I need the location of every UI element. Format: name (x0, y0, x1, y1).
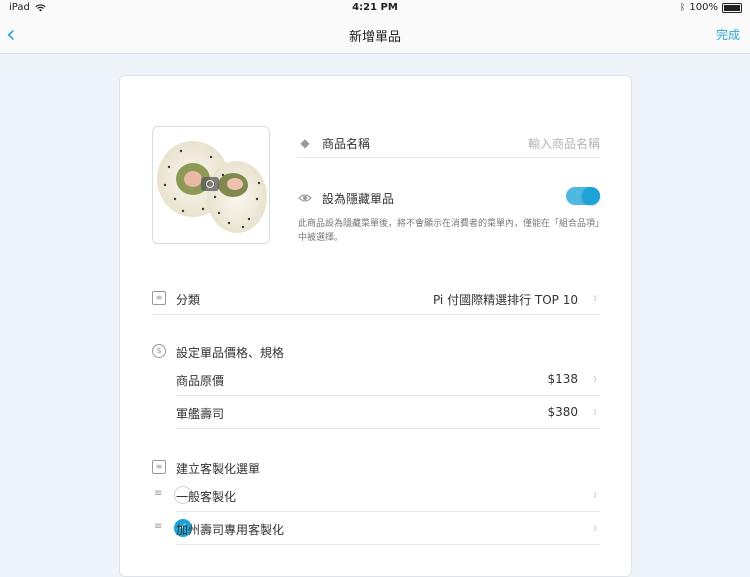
nav-bar: ‹ 新增單品 完成 (0, 16, 750, 54)
hidden-item-note: 此商品設為隱藏菜單後，將不會顯示在消費者的菜單內，僅能在「組合品項」中被選擇。 (298, 219, 600, 243)
price-row-value: $138 (547, 372, 578, 386)
chevron-right-icon: › (592, 518, 597, 537)
customization-option[interactable]: ≡ 一般客製化 › (154, 479, 600, 512)
price-row-label: 商品原價 (176, 374, 225, 388)
chevron-right-icon: › (592, 288, 597, 307)
battery-percent: 100% (689, 2, 718, 13)
camera-icon[interactable] (201, 177, 219, 191)
list-icon: ≡ (152, 291, 166, 305)
toggle-knob (582, 187, 600, 205)
price-row[interactable]: 軍艦壽司 $380 › (176, 396, 600, 429)
menu-icon: ≡ (152, 460, 166, 474)
category-row[interactable]: ≡ 分類 Pi 付國際精選排行 TOP 10 › (152, 282, 600, 315)
price-row[interactable]: 商品原價 $138 › (176, 363, 600, 396)
customization-option[interactable]: ≡ ✓ 加州壽司專用客製化 › (154, 512, 600, 545)
hidden-item-row: 設為隱藏單品 (298, 187, 600, 210)
category-value: Pi 付國際精選排行 TOP 10 (432, 293, 578, 307)
hidden-item-toggle[interactable] (566, 187, 600, 205)
price-row-label: 軍艦壽司 (176, 407, 225, 421)
customization-header: ≡ 建立客製化選單 (152, 458, 600, 478)
status-time: 4:21 PM (352, 2, 398, 13)
dollar-icon: $ (152, 344, 166, 358)
price-row-value: $380 (547, 405, 578, 419)
option-label: 一般客製化 (176, 490, 237, 504)
pricing-header: $ 設定單品價格、規格 (152, 342, 600, 362)
item-name-label: 商品名稱 (322, 137, 371, 151)
item-name-field[interactable]: ◆ 商品名稱 輸入商品名稱 (298, 133, 600, 158)
eye-icon (298, 194, 312, 202)
tag-icon: ◆ (300, 136, 310, 150)
category-label: 分類 (176, 293, 201, 307)
item-photo[interactable] (152, 126, 270, 244)
customization-header-label: 建立客製化選單 (176, 462, 261, 476)
page-title: 新增單品 (348, 30, 401, 45)
item-name-placeholder[interactable]: 輸入商品名稱 (528, 135, 600, 152)
drag-handle-icon[interactable]: ≡ (154, 522, 163, 532)
chevron-right-icon: › (592, 485, 597, 504)
pricing-header-label: 設定單品價格、規格 (176, 346, 285, 360)
status-bar: iPad 4:21 PM ᛒ 100% (0, 0, 750, 16)
chevron-right-icon: › (592, 369, 597, 388)
hidden-item-label: 設為隱藏單品 (322, 192, 395, 206)
option-label: 加州壽司專用客製化 (176, 523, 285, 537)
chevron-right-icon: › (592, 402, 597, 421)
done-button[interactable]: 完成 (716, 26, 740, 43)
bluetooth-icon: ᛒ (680, 2, 686, 13)
status-right: ᛒ 100% (680, 2, 742, 13)
drag-handle-icon[interactable]: ≡ (154, 489, 163, 499)
item-form-card: ◆ 商品名稱 輸入商品名稱 設為隱藏單品 此商品設為隱藏菜單後，將不會顯示在消費… (119, 75, 632, 577)
battery-icon (722, 2, 742, 13)
